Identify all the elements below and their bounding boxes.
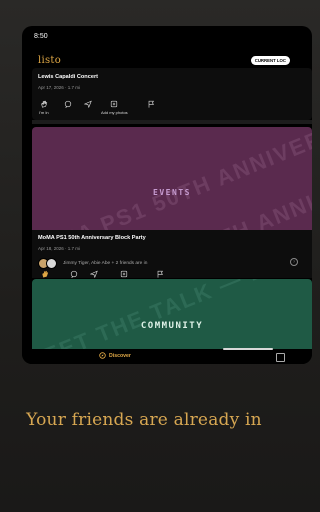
send-icon — [84, 100, 92, 108]
app-bar: listo CURRENT LOC — [22, 52, 312, 68]
tab-icon[interactable] — [276, 353, 285, 362]
im-in-label: I'm In — [39, 110, 49, 115]
hand-wave-icon — [42, 270, 49, 278]
event-meta: Apr 18, 2026 · 1.7 mi — [38, 246, 81, 251]
event-title: MoMA PS1 50th Anniversary Block Party — [38, 235, 146, 241]
current-location-button[interactable]: CURRENT LOC — [250, 56, 290, 65]
help-icon[interactable]: ? — [290, 258, 298, 266]
discover-icon — [99, 352, 106, 359]
card-divider — [32, 120, 312, 124]
home-indicator — [223, 348, 273, 350]
flag-button[interactable] — [147, 100, 155, 108]
friend-avatars[interactable] — [38, 258, 58, 269]
im-in-button[interactable]: I'm In — [39, 100, 49, 115]
event-meta: Apr 17, 2026 · 1.7 mi — [38, 85, 81, 90]
flag-icon — [157, 270, 163, 278]
friends-going-text: Jimmy Tiger, Abie Abe + 2 friends are in — [63, 261, 148, 266]
share-button[interactable] — [90, 270, 98, 278]
add-photos-button[interactable]: Add my photos — [101, 100, 128, 115]
add-photos-label: Add my photos — [101, 110, 128, 115]
bottom-nav: Discover — [22, 349, 312, 364]
avatar — [46, 258, 57, 269]
event-actions: I'm In Add my photos — [32, 100, 172, 118]
banner-background-text: MEET THE TALK — BLOCK NYC — [32, 279, 312, 349]
events-banner-image[interactable]: MOMA PS1 50TH ANNIVERSARY BLOCK PARTY MO… — [32, 127, 312, 230]
flag-icon — [148, 100, 154, 108]
comment-button[interactable] — [70, 270, 78, 278]
status-time: 8:50 — [34, 33, 48, 40]
event-card-lewis[interactable]: Lewis Capaldi Concert Apr 17, 2026 · 1.7… — [32, 68, 312, 120]
flag-button[interactable] — [156, 270, 164, 278]
phone-screen: 8:50 listo CURRENT LOC Lewis Capaldi Con… — [22, 26, 312, 364]
nav-discover[interactable]: Discover — [99, 352, 131, 359]
event-title: Lewis Capaldi Concert — [38, 74, 98, 80]
add-photo-icon — [111, 100, 118, 108]
comment-button[interactable] — [64, 100, 72, 108]
hand-wave-icon — [41, 100, 48, 108]
banner-category-label: COMMUNITY — [140, 321, 204, 331]
chat-bubble-icon — [64, 100, 72, 108]
app-logo[interactable]: listo — [38, 55, 61, 66]
event-card-moma[interactable]: MoMA PS1 50th Anniversary Block Party Ap… — [32, 230, 312, 285]
community-banner-image[interactable]: MEET THE TALK — BLOCK NYC COMMUNITY — [32, 279, 312, 349]
send-icon — [90, 270, 98, 278]
chat-bubble-icon — [70, 270, 78, 278]
tagline: Your friends are already in — [26, 410, 262, 430]
nav-discover-label: Discover — [109, 352, 131, 359]
add-photo-icon — [121, 270, 128, 278]
share-button[interactable] — [84, 100, 92, 108]
banner-category-label: EVENTS — [153, 188, 191, 197]
